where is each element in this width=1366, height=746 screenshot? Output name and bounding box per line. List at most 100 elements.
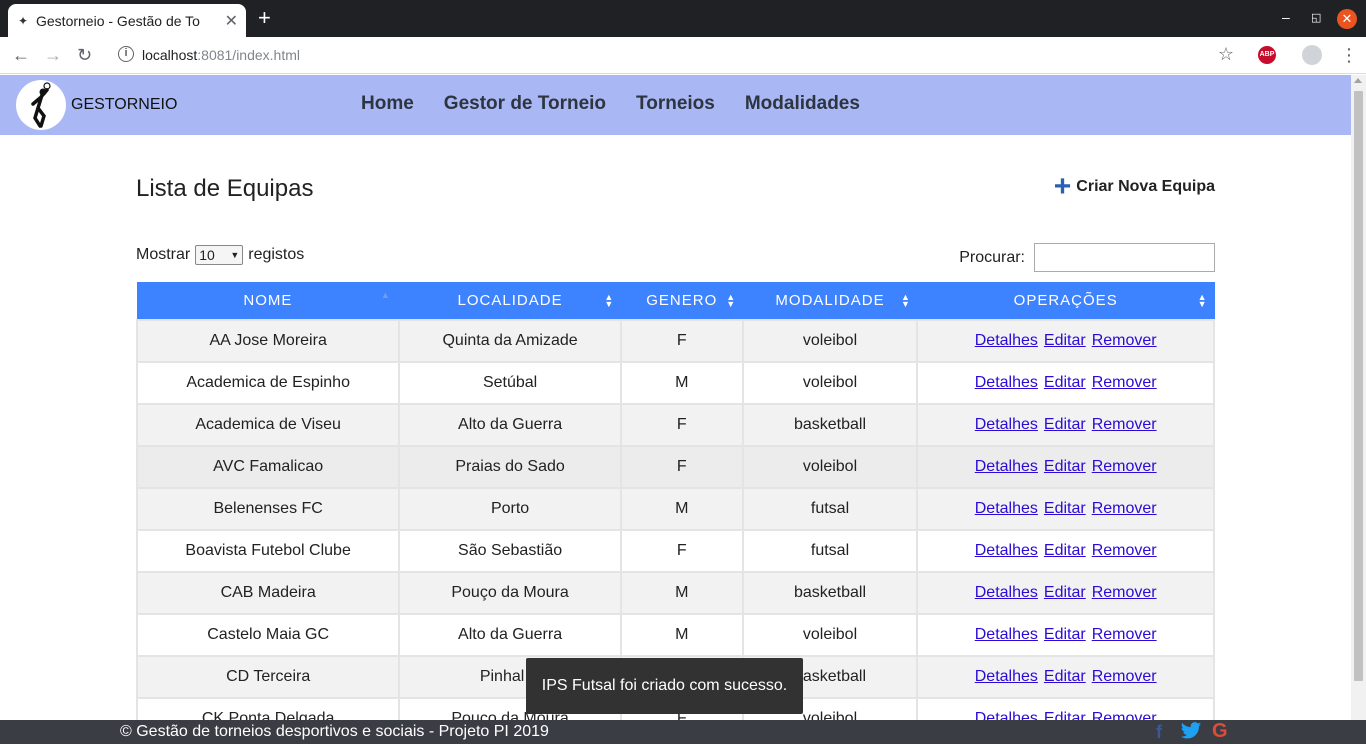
remove-link[interactable]: Remover <box>1092 500 1157 517</box>
column-label: OPERAÇÕES <box>1013 292 1118 309</box>
create-team-button[interactable]: + Criar Nova Equipa <box>1053 170 1215 203</box>
edit-link[interactable]: Editar <box>1044 332 1086 349</box>
plus-icon: + <box>1053 170 1072 203</box>
scrollbar-thumb[interactable] <box>1354 91 1363 681</box>
table-row: Belenenses FC Porto Mfutsal Detalhes Editar R… <box>135 487 1215 531</box>
cell-genero: M <box>619 487 744 531</box>
details-link[interactable]: Detalhes <box>975 332 1038 349</box>
url-text[interactable]: localhost:8081/index.html <box>142 47 300 63</box>
edit-link[interactable]: Editar <box>1044 416 1086 433</box>
details-link[interactable]: Detalhes <box>975 542 1038 559</box>
menu-kebab-icon[interactable]: ⋮ <box>1340 45 1358 65</box>
sort-asc-icon: ▲ <box>380 290 391 300</box>
search-input[interactable] <box>1034 243 1215 272</box>
brand-name[interactable]: GESTORNEIO <box>71 96 177 114</box>
page-length-select[interactable]: 10 ▼ <box>195 245 244 265</box>
browser-tab[interactable]: ✦ Gestorneio - Gestão de To ✕ <box>8 4 246 37</box>
column-header-nome[interactable]: NOME ▲ <box>137 282 400 320</box>
cell-operacoes: Detalhes Editar Remover <box>916 445 1215 489</box>
cell-nome: AA Jose Moreira <box>135 319 401 363</box>
url-host: localhost <box>142 47 198 63</box>
address-bar[interactable]: i localhost:8081/index.html ☆ <box>108 41 1248 70</box>
nav-home[interactable]: Home <box>361 93 414 115</box>
details-link[interactable]: Detalhes <box>975 374 1038 391</box>
reload-icon[interactable]: ↻ <box>77 45 92 65</box>
volleyball-player-icon <box>31 82 51 128</box>
cell-nome: Belenenses FC <box>135 487 401 531</box>
edit-link[interactable]: Editar <box>1044 374 1086 391</box>
back-icon[interactable]: ← <box>12 45 30 65</box>
details-link[interactable]: Detalhes <box>975 584 1038 601</box>
url-path: :8081/index.html <box>197 47 300 63</box>
cell-operacoes: Detalhes Editar Remover <box>916 613 1215 657</box>
remove-link[interactable]: Remover <box>1092 458 1157 475</box>
copyright-text: © Gestão de torneios desportivos e socia… <box>120 723 549 740</box>
details-link[interactable]: Detalhes <box>975 626 1038 643</box>
details-link[interactable]: Detalhes <box>975 710 1038 720</box>
search-control: Procurar: <box>959 243 1215 272</box>
column-header-modalidade[interactable]: MODALIDADE ▲ ▼ <box>742 282 918 320</box>
cell-nome: Academica de Viseu <box>135 403 401 447</box>
edit-link[interactable]: Editar <box>1044 668 1086 685</box>
google-icon[interactable]: G <box>1212 720 1228 743</box>
twitter-icon[interactable] <box>1180 721 1202 746</box>
facebook-icon[interactable]: f <box>1156 722 1162 743</box>
info-icon[interactable]: i <box>118 46 134 62</box>
remove-link[interactable]: Remover <box>1092 668 1157 685</box>
cell-nome: CAB Madeira <box>135 571 401 615</box>
cell-modalidade: basketball <box>741 571 919 615</box>
remove-link[interactable]: Remover <box>1092 374 1157 391</box>
page-scrollbar[interactable] <box>1351 75 1366 720</box>
nav-modalidades[interactable]: Modalidades <box>745 93 860 115</box>
cell-modalidade: basketball <box>741 403 919 447</box>
edit-link[interactable]: Editar <box>1044 500 1086 517</box>
column-header-operacoes[interactable]: OPERAÇÕES ▲ ▼ <box>917 282 1215 320</box>
edit-link[interactable]: Editar <box>1044 542 1086 559</box>
page-length-control: Mostrar 10 ▼ registos <box>136 245 304 265</box>
edit-link[interactable]: Editar <box>1044 584 1086 601</box>
details-link[interactable]: Detalhes <box>975 668 1038 685</box>
edit-link[interactable]: Editar <box>1044 626 1086 643</box>
nav-torneios[interactable]: Torneios <box>636 93 715 115</box>
restore-icon[interactable]: ◱ <box>1311 11 1321 24</box>
remove-link[interactable]: Remover <box>1092 710 1157 720</box>
close-tab-icon[interactable]: ✕ <box>225 11 238 31</box>
chevron-down-icon: ▼ <box>230 250 240 260</box>
site-logo[interactable] <box>16 80 66 130</box>
details-link[interactable]: Detalhes <box>975 458 1038 475</box>
column-label: LOCALIDADE <box>457 292 563 309</box>
tab-title: Gestorneio - Gestão de To <box>36 12 200 29</box>
edit-link[interactable]: Editar <box>1044 458 1086 475</box>
table-row: Boavista Futebol Clube São Sebastião Ffuts… <box>135 529 1215 573</box>
browser-toolbar: ← → ↻ i localhost:8081/index.html ☆ ABP … <box>0 37 1366 74</box>
cell-localidade: Quinta da Amizade <box>398 319 622 363</box>
table-row: Castelo Maia GC Alto da Guerra Mvoleibol De… <box>135 613 1215 657</box>
profile-avatar[interactable] <box>1302 45 1322 65</box>
length-prefix: Mostrar <box>136 246 191 263</box>
remove-link[interactable]: Remover <box>1092 416 1157 433</box>
cell-genero: F <box>619 403 744 447</box>
cell-operacoes: Detalhes Editar Remover <box>916 487 1215 531</box>
new-tab-button[interactable]: + <box>258 6 271 30</box>
forward-icon[interactable]: → <box>44 45 62 65</box>
column-label: NOME <box>243 292 293 309</box>
remove-link[interactable]: Remover <box>1092 584 1157 601</box>
bookmark-star-icon[interactable]: ☆ <box>1218 44 1234 65</box>
close-window-button[interactable]: ✕ <box>1337 9 1357 29</box>
scroll-up-arrow[interactable] <box>1354 78 1362 83</box>
nav-gestor-de-torneio[interactable]: Gestor de Torneio <box>444 93 606 115</box>
remove-link[interactable]: Remover <box>1092 542 1157 559</box>
details-link[interactable]: Detalhes <box>975 416 1038 433</box>
table-row: Academica de Espinho Setúbal Mvoleibol Deta… <box>135 361 1215 405</box>
adblock-icon[interactable]: ABP <box>1258 46 1276 64</box>
details-link[interactable]: Detalhes <box>975 500 1038 517</box>
teams-table: NOME ▲ LOCALIDADE ▲ ▼ GENERO ▲ ▼ MODALIDADE ▲ ▼… <box>135 282 1215 720</box>
edit-link[interactable]: Editar <box>1044 710 1086 720</box>
cell-nome: CK Ponta Delgada <box>135 697 401 720</box>
column-header-genero[interactable]: GENERO ▲ ▼ <box>620 282 744 320</box>
remove-link[interactable]: Remover <box>1092 626 1157 643</box>
remove-link[interactable]: Remover <box>1092 332 1157 349</box>
column-header-localidade[interactable]: LOCALIDADE ▲ ▼ <box>399 282 622 320</box>
minimize-icon[interactable]: – <box>1282 9 1290 25</box>
cell-localidade: Porto <box>398 487 622 531</box>
